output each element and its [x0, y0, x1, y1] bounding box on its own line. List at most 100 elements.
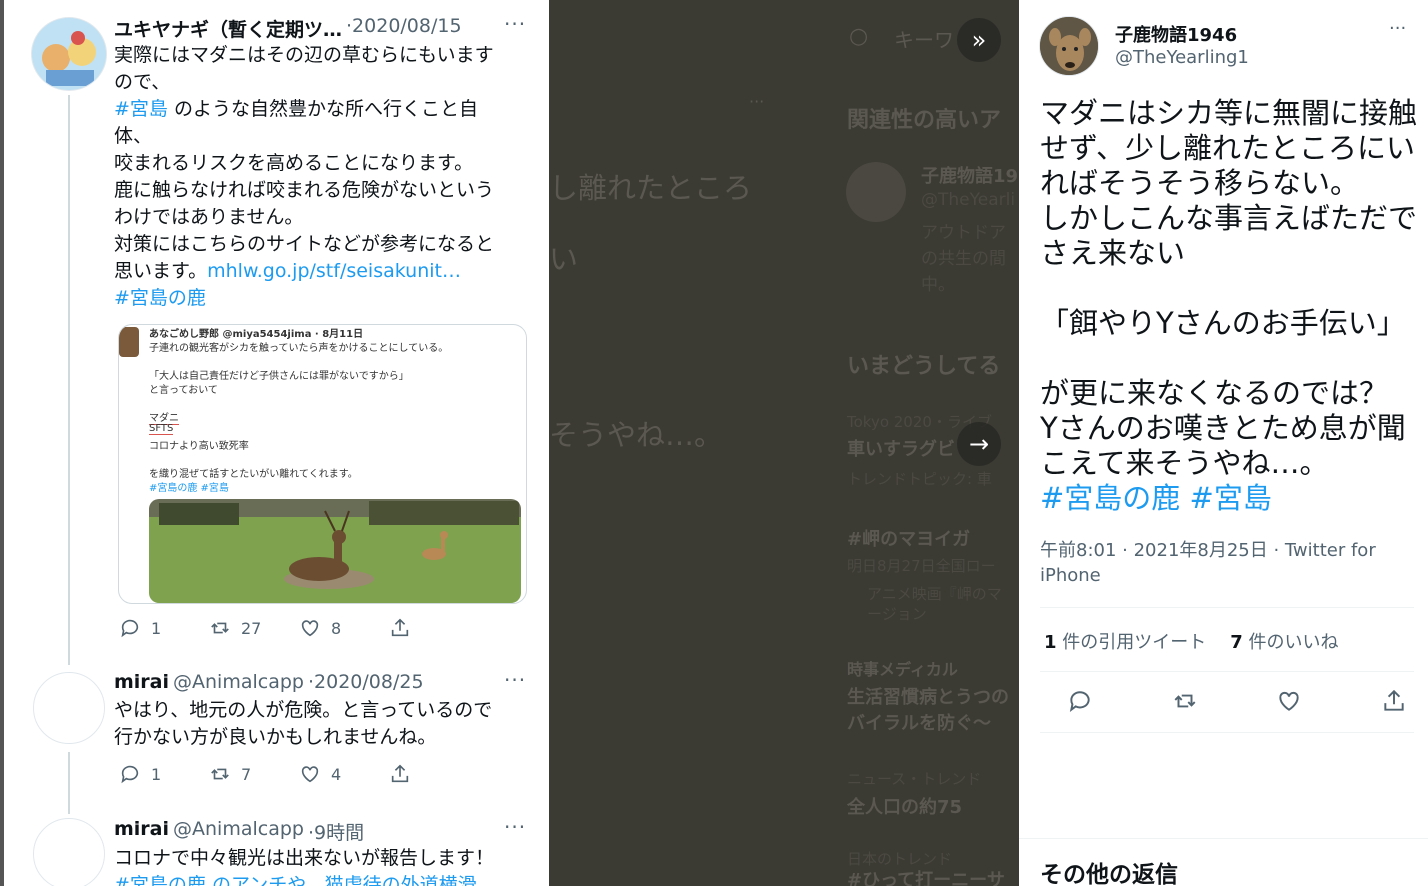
- text-line: せず、少し離れたところにい: [1040, 131, 1415, 165]
- retweet-count: 7: [241, 764, 252, 784]
- timestamp-line: 午前8:01 · 2021年8月25日 · Twitter for: [1040, 540, 1376, 561]
- share-button[interactable]: [389, 763, 479, 785]
- tweet-stats: 1 件の引用ツイート 7 件のいいね: [1044, 628, 1339, 654]
- author-name[interactable]: 子鹿物語1946: [1115, 21, 1237, 47]
- trend-title: バイラルを防ぐ〜: [847, 713, 991, 734]
- trends-heading: いまどうしてる: [847, 354, 1001, 379]
- retweet-icon: [211, 768, 229, 780]
- tweet-text: やはり、地元の人が危険。と言っているので 行かない方が良いかもしれませんね。: [114, 697, 524, 751]
- like-button[interactable]: [1276, 688, 1302, 718]
- hashtag-link[interactable]: #宮島: [114, 98, 168, 120]
- text-span: 思います。: [114, 260, 208, 282]
- deer-photo: [149, 499, 521, 603]
- divider: [1040, 607, 1414, 608]
- share-icon: [391, 618, 409, 637]
- trend-title: #ひって打ーニーサ: [847, 870, 1005, 886]
- reply-button[interactable]: [1067, 688, 1093, 718]
- like-button[interactable]: 4: [299, 763, 389, 785]
- text-line: 鹿に触らなければ咬まれる危険がないという: [114, 179, 495, 201]
- quoted-tweet[interactable]: あなごめし野郎 @miya5454jima · 8月11日 子連れの観光客がシカ…: [118, 324, 527, 604]
- more-options-icon[interactable]: ···: [504, 668, 526, 692]
- hashtag-links[interactable]: #宮島の鹿 #宮島: [1040, 481, 1424, 516]
- retweet-button[interactable]: 27: [209, 617, 299, 639]
- more-options-icon[interactable]: ···: [504, 815, 526, 839]
- related-handle: @TheYearli: [921, 190, 1016, 210]
- like-button[interactable]: 8: [299, 617, 389, 639]
- related-avatar: [846, 162, 906, 222]
- avatar[interactable]: [1039, 16, 1099, 76]
- share-icon: [391, 764, 409, 783]
- quoted-header: あなごめし野郎 @miya5454jima · 8月11日: [149, 329, 364, 340]
- reply-button[interactable]: 1: [119, 763, 209, 785]
- reply-count: 1: [151, 618, 162, 638]
- tweet-date[interactable]: ·9時間: [308, 818, 364, 845]
- text-line: 対策にはこちらのサイトなどが参考になると: [114, 233, 495, 255]
- trend-sub: 明日8月27日全国ロー: [847, 557, 996, 575]
- search-placeholder: キーワ: [894, 28, 954, 52]
- quoted-avatar: [119, 327, 139, 357]
- avatar[interactable]: [33, 818, 105, 886]
- quoted-text-line: を織り混ぜて話すとたいがい離れてくれます。: [149, 469, 358, 480]
- next-image-button[interactable]: →: [957, 422, 1001, 466]
- author-handle[interactable]: @Animalcapp: [173, 818, 304, 845]
- quote-tweets-link[interactable]: 1 件の引用ツイート: [1044, 628, 1206, 654]
- author-name[interactable]: ユキヤナギ（暫く定期ツ…: [114, 15, 342, 42]
- like-count: 4: [331, 764, 342, 784]
- trend-sub: ージョン: [867, 605, 927, 623]
- modal-backdrop[interactable]: ○ キーワ ··· 関連性の高いア し離れたところ い そうやね…。 子鹿物語1…: [549, 0, 1019, 886]
- share-button[interactable]: [389, 617, 479, 639]
- author-handle[interactable]: @Animalcapp: [173, 671, 304, 693]
- more-options-icon[interactable]: ···: [504, 12, 526, 36]
- like-count: 8: [331, 618, 342, 638]
- timestamp-line: iPhone: [1040, 565, 1101, 586]
- tweet-actions: 1 7 4: [119, 763, 479, 785]
- likes-link[interactable]: 7 件のいいね: [1230, 628, 1338, 654]
- reply-button[interactable]: 1: [119, 617, 209, 639]
- tweet-date[interactable]: ·2020/08/15: [346, 15, 462, 42]
- deer-avatar-icon: [1040, 17, 1098, 75]
- related-heading: 関連性の高いア: [847, 108, 1002, 133]
- author-name[interactable]: mirai: [114, 671, 169, 693]
- divider: [1040, 732, 1414, 733]
- quoted-photo[interactable]: [149, 499, 521, 603]
- quoted-text-line: 「大人は自己責任だけど子供さんには罪がないですから」: [149, 371, 409, 382]
- author-name[interactable]: mirai: [114, 818, 169, 845]
- trend-title: #岬のマヨイガ: [847, 529, 971, 550]
- text-line: やはり、地元の人が危険。と言っているので: [114, 699, 493, 721]
- share-button[interactable]: [1381, 688, 1407, 718]
- trend-sub: アニメ映画『岬のマ: [867, 585, 1002, 603]
- divider: [1040, 671, 1414, 672]
- hashtag-link[interactable]: #宮島の鹿: [114, 287, 206, 309]
- avatar[interactable]: [31, 17, 107, 91]
- text-line: 実際にはマダニはその辺の草むらにもいます: [114, 44, 494, 66]
- retweet-button[interactable]: [1172, 688, 1198, 718]
- tweet-text: コロナで中々観光は出来ないが報告します！ #宮島の鹿 のアンチや、猫虐待の外道横…: [114, 845, 524, 886]
- text-line: 「餌やりYさんのお手伝い」: [1040, 306, 1406, 340]
- more-options-icon[interactable]: ···: [1389, 18, 1406, 39]
- heart-icon: [301, 620, 319, 637]
- heart-icon: [301, 766, 319, 783]
- trend-sub: トレンドトピック: 車: [847, 470, 992, 488]
- more-replies-heading: その他の返信: [1040, 862, 1178, 886]
- text-line: 行かない方が良いかもしれませんね。: [114, 726, 437, 748]
- avatar[interactable]: [33, 672, 105, 744]
- thread-line: [68, 95, 70, 665]
- text-line: こえて来そうやね…。: [1040, 446, 1329, 480]
- quoted-text-line: SFTS: [149, 423, 174, 435]
- collapse-panel-button[interactable]: »: [957, 18, 1001, 62]
- related-bio: 中。: [921, 275, 955, 295]
- retweet-button[interactable]: 7: [209, 763, 299, 785]
- tweet-date[interactable]: ·2020/08/25: [308, 671, 424, 693]
- external-link[interactable]: mhlw.go.jp/stf/seisakunit…: [207, 260, 461, 282]
- trend-title: 全人口の約75: [847, 797, 963, 818]
- text-line: しかしこんな事言えばただで: [1040, 201, 1418, 235]
- author-handle[interactable]: @TheYearling1: [1115, 47, 1249, 68]
- avatar-illustration-icon: [32, 18, 106, 90]
- quote-count: 1: [1044, 632, 1057, 653]
- tweet-timestamp[interactable]: 午前8:01 · 2021年8月25日 · Twitter for iPhone: [1040, 538, 1380, 588]
- arrow-right-icon: →: [968, 430, 990, 458]
- thread-panel: ユキヤナギ（暫く定期ツ… ·2020/08/15 ··· 実際にはマダニはその辺…: [0, 0, 549, 886]
- trend-meta: ニュース・トレンド: [847, 770, 982, 788]
- related-bio: アウトドア: [921, 223, 1006, 243]
